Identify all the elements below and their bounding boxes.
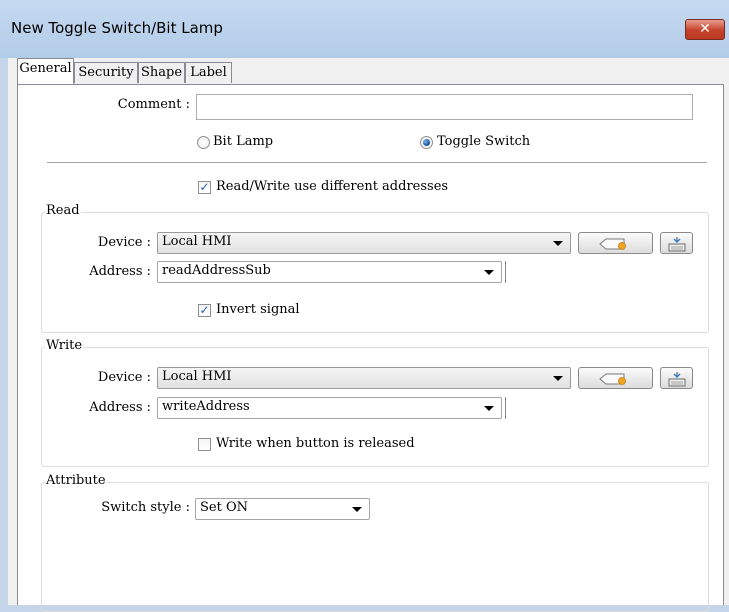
radio-selected-dot bbox=[423, 139, 430, 146]
chevron-down-icon bbox=[553, 241, 563, 246]
close-button[interactable]: ✕ bbox=[685, 19, 725, 40]
read-address-label: Address : bbox=[89, 264, 151, 279]
read-device-value: Local HMI bbox=[162, 234, 232, 249]
read-device-select[interactable]: Local HMI bbox=[157, 232, 571, 254]
write-on-release-label: Write when button is released bbox=[216, 436, 415, 451]
write-address-value: writeAddress bbox=[162, 399, 250, 414]
close-icon: ✕ bbox=[699, 21, 711, 37]
invert-signal-checkbox[interactable]: ✓ bbox=[198, 304, 211, 317]
write-keypad-button[interactable] bbox=[660, 367, 693, 389]
tab-security[interactable]: Security bbox=[74, 62, 138, 83]
tab-general[interactable]: General bbox=[17, 58, 74, 84]
keypad-icon bbox=[668, 372, 686, 387]
write-group-label: Write bbox=[45, 338, 84, 353]
different-addresses-label: Read/Write use different addresses bbox=[216, 179, 449, 194]
write-on-release-checkbox[interactable] bbox=[198, 438, 211, 451]
read-keypad-button[interactable] bbox=[660, 232, 693, 254]
write-device-value: Local HMI bbox=[162, 369, 232, 384]
address-tag-icon bbox=[599, 373, 626, 385]
write-address-index-field[interactable] bbox=[505, 397, 506, 419]
window-title: New Toggle Switch/Bit Lamp bbox=[11, 19, 223, 37]
switch-style-label: Switch style : bbox=[101, 500, 190, 515]
read-address-tag-button[interactable] bbox=[578, 232, 653, 254]
read-address-index-field[interactable] bbox=[505, 261, 506, 283]
bit-lamp-label: Bit Lamp bbox=[213, 134, 274, 149]
read-address-value: readAddressSub bbox=[162, 263, 271, 278]
write-address-select[interactable]: writeAddress bbox=[157, 397, 502, 419]
switch-style-select[interactable]: Set ON bbox=[195, 498, 370, 520]
read-group-label: Read bbox=[45, 203, 81, 218]
chevron-down-icon bbox=[484, 270, 494, 275]
attribute-group-label: Attribute bbox=[45, 473, 107, 488]
switch-style-value: Set ON bbox=[200, 500, 248, 515]
chevron-down-icon bbox=[484, 406, 494, 411]
read-address-select[interactable]: readAddressSub bbox=[157, 261, 502, 283]
chevron-down-icon bbox=[352, 507, 362, 512]
section-divider bbox=[47, 162, 707, 163]
toggle-switch-radio[interactable] bbox=[420, 136, 433, 149]
invert-signal-label: Invert signal bbox=[216, 302, 300, 317]
chevron-down-icon bbox=[553, 376, 563, 381]
tab-shape[interactable]: Shape bbox=[138, 62, 185, 83]
bit-lamp-radio[interactable] bbox=[197, 136, 210, 149]
comment-label: Comment : bbox=[117, 97, 190, 112]
comment-field[interactable] bbox=[196, 94, 693, 120]
write-address-label: Address : bbox=[89, 400, 151, 415]
address-tag-icon bbox=[599, 238, 626, 250]
write-device-select[interactable]: Local HMI bbox=[157, 367, 571, 389]
tab-label[interactable]: Label bbox=[185, 62, 232, 83]
toggle-switch-label: Toggle Switch bbox=[437, 134, 531, 149]
different-addresses-checkbox[interactable]: ✓ bbox=[198, 181, 211, 194]
read-device-label: Device : bbox=[97, 235, 151, 250]
write-device-label: Device : bbox=[97, 370, 151, 385]
write-address-tag-button[interactable] bbox=[578, 367, 653, 389]
keypad-icon bbox=[668, 237, 686, 252]
